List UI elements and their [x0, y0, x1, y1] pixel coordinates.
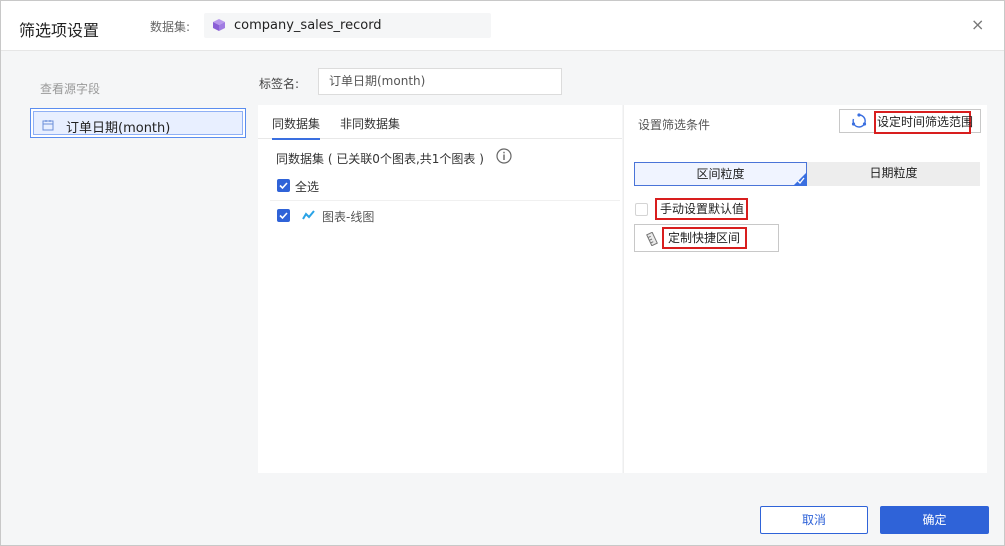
time-range-button-label: 设定时间筛选范围	[874, 111, 973, 134]
select-all-label[interactable]: 全选	[295, 178, 319, 195]
source-field-panel: 查看源字段 订单日期(month)	[29, 65, 247, 473]
dialog-title: 筛选项设置	[19, 21, 100, 40]
quick-range-button-label: 定制快捷区间	[662, 227, 747, 249]
chart-item-label[interactable]: 图表-线图	[322, 208, 374, 225]
quick-range-button[interactable]: 定制快捷区间	[634, 224, 779, 252]
granularity-switch: 区间粒度 日期粒度	[634, 162, 980, 186]
dataset-selector[interactable]: company_sales_record	[204, 13, 491, 38]
tab-other-dataset[interactable]: 非同数据集	[340, 115, 400, 132]
source-field-title: 查看源字段	[40, 82, 101, 96]
confirm-button[interactable]: 确定	[880, 506, 989, 534]
granularity-range-label: 区间粒度	[696, 167, 745, 181]
select-all-checkbox[interactable]	[277, 179, 290, 192]
manual-default-label[interactable]: 手动设置默认值	[655, 198, 748, 220]
dialog-header: 筛选项设置 数据集: company_sales_record ×	[1, 1, 1004, 51]
cube-icon	[212, 18, 226, 35]
tab-same-dataset[interactable]: 同数据集	[272, 115, 321, 140]
dataset-scope-panel: 同数据集 非同数据集 同数据集 ( 已关联0个图表,共1个图表 ) 全选 图表-…	[258, 105, 622, 473]
refresh-icon	[851, 113, 867, 132]
divider	[270, 200, 620, 201]
check-icon	[797, 177, 805, 184]
same-dataset-summary: 同数据集 ( 已关联0个图表,共1个图表 )	[276, 152, 484, 166]
time-range-button[interactable]: 设定时间筛选范围	[839, 109, 981, 134]
chart-checkbox[interactable]	[277, 209, 290, 222]
calendar-icon	[42, 119, 54, 134]
info-icon[interactable]	[496, 148, 512, 167]
filter-conditions-panel: 设置筛选条件 设定时间筛选范围 区间粒度 日期粒度 手动设置默认值 定制快捷区间	[623, 105, 987, 473]
label-name-label: 标签名:	[259, 77, 300, 91]
manual-default-checkbox[interactable]	[635, 203, 648, 216]
label-name-input[interactable]: 订单日期(month)	[318, 68, 562, 95]
granularity-range-option[interactable]: 区间粒度	[634, 162, 807, 186]
source-field-label: 订单日期(month)	[66, 121, 171, 136]
cancel-button[interactable]: 取消	[760, 506, 868, 534]
source-field-inner: 订单日期(month)	[33, 111, 243, 136]
granularity-date-option[interactable]: 日期粒度	[807, 162, 980, 186]
close-icon[interactable]: ×	[971, 17, 984, 33]
scope-tabs: 同数据集 非同数据集	[258, 105, 622, 140]
conditions-title: 设置筛选条件	[638, 118, 711, 132]
filter-settings-dialog: 筛选项设置 数据集: company_sales_record × 查看源字段	[0, 0, 1005, 546]
line-chart-icon	[302, 209, 316, 224]
ruler-icon	[646, 231, 658, 249]
source-field-item[interactable]: 订单日期(month)	[30, 108, 246, 138]
dataset-name: company_sales_record	[234, 18, 382, 33]
dataset-label: 数据集:	[150, 20, 191, 34]
